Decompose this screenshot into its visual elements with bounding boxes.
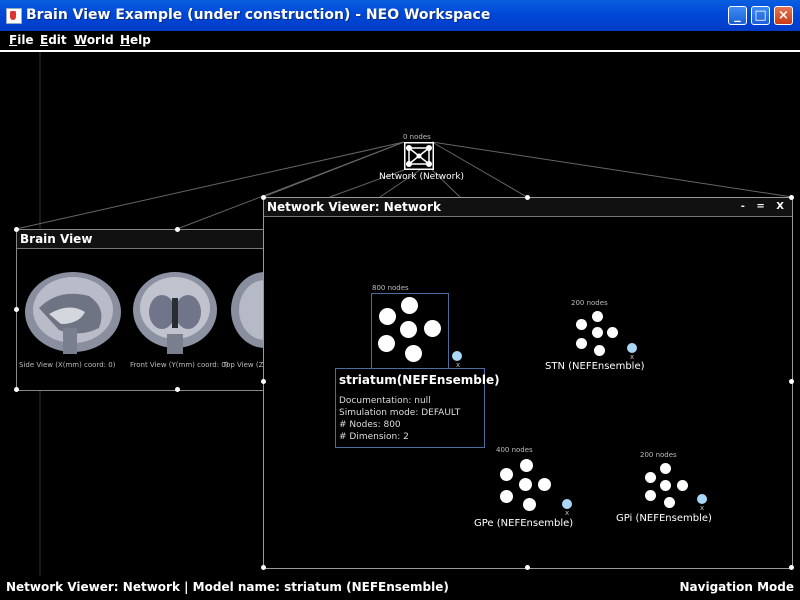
gpe-label: GPe (NEFEnsemble) — [474, 518, 574, 529]
gpe-termination[interactable] — [562, 499, 572, 509]
ensemble-stn[interactable] — [574, 309, 620, 359]
terminal-mark: x — [565, 509, 570, 517]
resize-handle[interactable] — [175, 387, 180, 392]
network-viewer-title: Network Viewer: Network — [267, 200, 441, 214]
network-node-label: Network (Network) — [379, 172, 465, 182]
resize-handle[interactable] — [175, 227, 180, 232]
stn-label: STN (NEFEnsemble) — [545, 361, 645, 372]
resize-handle[interactable] — [14, 387, 19, 392]
stn-node-count: 200 nodes — [571, 299, 608, 307]
resize-handle[interactable] — [525, 565, 530, 570]
top-view-caption: Top View (Z( — [223, 361, 267, 369]
resize-handle[interactable] — [14, 307, 19, 312]
stn-termination[interactable] — [627, 343, 637, 353]
striatum-termination[interactable] — [452, 351, 462, 361]
resize-handle[interactable] — [261, 565, 266, 570]
resize-handle[interactable] — [14, 227, 19, 232]
gpi-termination[interactable] — [697, 494, 707, 504]
terminal-mark: x — [630, 353, 635, 361]
resize-handle[interactable] — [789, 565, 794, 570]
front-view-caption: Front View (Y(mm) coord: 0) — [130, 361, 229, 369]
mri-front-view — [129, 268, 221, 354]
status-mode: Navigation Mode — [679, 580, 795, 594]
resize-handle[interactable] — [261, 379, 266, 384]
status-model-info: Network Viewer: Network | Model name: st… — [6, 580, 449, 594]
mri-side-view — [19, 268, 123, 354]
tooltip-simulation-mode: Simulation mode: DEFAULT — [339, 408, 461, 418]
brain-view-titlebar[interactable]: Brain View — [17, 230, 265, 249]
terminal-mark: x — [700, 504, 705, 512]
network-viewer-window-controls[interactable]: - = X — [741, 201, 788, 212]
network-viewer-titlebar[interactable]: Network Viewer: Network - = X — [264, 198, 792, 217]
tooltip-title: striatum(NEFEnsemble) — [339, 373, 500, 387]
mri-top-view — [227, 268, 263, 354]
ensemble-gpe[interactable] — [497, 456, 555, 514]
brain-view-frame[interactable]: Brain View Side View (X(mm) coord: 0) Fr… — [16, 229, 266, 391]
gpe-node-count: 400 nodes — [496, 446, 533, 454]
gpi-node-count: 200 nodes — [640, 451, 677, 459]
gpi-label: GPi (NEFEnsemble) — [616, 513, 712, 524]
ensemble-striatum[interactable] — [371, 293, 449, 369]
ensemble-gpi[interactable] — [643, 461, 691, 511]
striatum-node-count: 800 nodes — [372, 284, 409, 292]
resize-handle[interactable] — [261, 195, 266, 200]
tooltip-documentation: Documentation: null — [339, 396, 431, 406]
network-node-icon[interactable] — [404, 142, 434, 170]
tooltip-nodes: # Nodes: 800 — [339, 420, 401, 430]
tooltip-dimension: # Dimension: 2 — [339, 432, 409, 442]
status-bar: Network Viewer: Network | Model name: st… — [0, 578, 800, 600]
side-view-caption: Side View (X(mm) coord: 0) — [19, 361, 116, 369]
resize-handle[interactable] — [525, 195, 530, 200]
brain-view-title: Brain View — [20, 232, 93, 246]
resize-handle[interactable] — [789, 195, 794, 200]
resize-handle[interactable] — [789, 379, 794, 384]
network-node-count: 0 nodes — [403, 133, 431, 141]
ensemble-tooltip: striatum(NEFEnsemble) Documentation: nul… — [335, 368, 500, 448]
